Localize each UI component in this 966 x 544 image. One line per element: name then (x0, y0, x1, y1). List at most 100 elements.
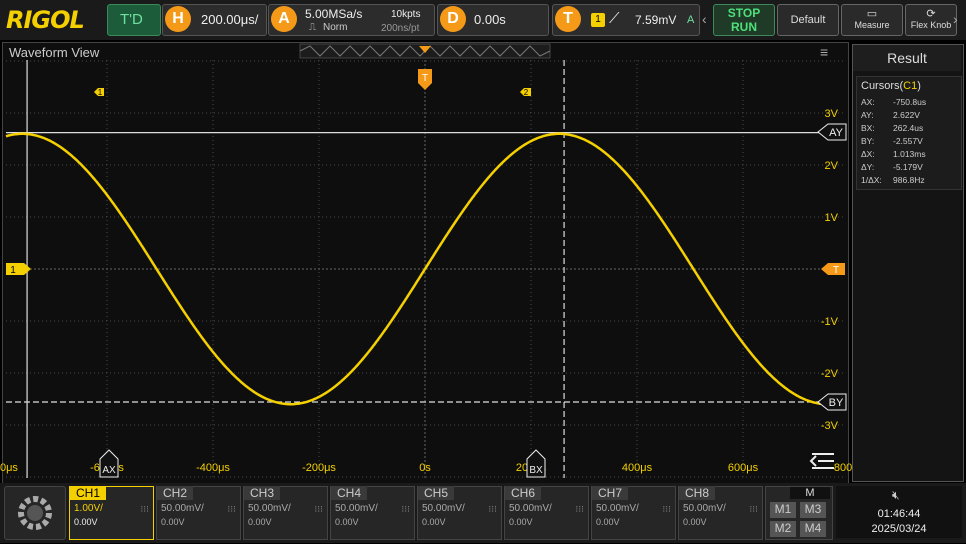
cursor-result-row: 1/ΔX: 986.8Hz (861, 175, 959, 188)
settings-button[interactable] (4, 486, 66, 540)
bandwidth-icon: ⁝⁝⁝ (662, 504, 671, 514)
cursor-result-row: BX: 262.4us (861, 123, 959, 136)
channel-ch7-button[interactable]: CH7 50.00mV/0.00V ⁝⁝⁝ (591, 486, 676, 540)
channel-scale: 50.00mV/ (683, 503, 726, 514)
clock-date: 2025/03/24 (871, 523, 927, 535)
trigger-position-label: T (422, 73, 428, 84)
channel-ch1-button[interactable]: CH1 1.00V/0.00V ⁝⁝⁝ (69, 486, 154, 540)
cursor-ax-label[interactable]: AX (99, 449, 119, 478)
channel-label: CH6 (505, 486, 542, 500)
y-tick-label: -2V (821, 368, 839, 380)
channel-label: CH7 (592, 486, 629, 500)
bandwidth-icon: ⁝⁝⁝ (227, 504, 236, 514)
channel-scale: 50.00mV/ (335, 503, 378, 514)
channel-ch6-button[interactable]: CH6 50.00mV/0.00V ⁝⁝⁝ (504, 486, 589, 540)
cursors-close: ) (917, 80, 921, 92)
channel-label: CH1 (70, 486, 107, 500)
cursor-result-row: BY: -2.557V (861, 136, 959, 149)
bandwidth-icon: ⁝⁝⁝ (488, 504, 497, 514)
channel-offset: 0.00V (596, 517, 620, 527)
channel-offset: 0.00V (74, 517, 98, 527)
cursor-by-text: BY (829, 397, 844, 409)
channel-scale: 1.00V/ (74, 503, 103, 514)
trigger-level-marker[interactable]: T (821, 263, 845, 276)
cursor-result-value: -2.557V (893, 136, 923, 146)
x-tick-label: -800μs (0, 462, 18, 474)
channel-scale: 50.00mV/ (248, 503, 291, 514)
cursor-a-marker[interactable]: 1 (94, 88, 104, 97)
y-tick-label: -3V (821, 420, 839, 432)
x-tick-label: -400μs (196, 462, 230, 474)
channel-label: CH3 (244, 486, 281, 500)
cursor-ay-label[interactable]: AY (817, 123, 847, 141)
cursor-result-key: BX: (861, 123, 875, 133)
speaker-muted-icon[interactable]: 🔇︎ (892, 488, 900, 503)
channel-label: CH5 (418, 486, 455, 500)
x-axis-ticks: -800μs-600μs-400μs-200μs0s200μs400μs600μ… (0, 462, 865, 474)
x-tick-label: -200μs (302, 462, 336, 474)
channel-label: CH2 (157, 486, 194, 500)
cursor-a-marker-label: 1 (98, 88, 103, 97)
channel-offset: 0.00V (161, 517, 185, 527)
gear-icon (18, 496, 52, 530)
cursor-result-value: 1.013ms (893, 149, 926, 159)
cursor-result-key: ΔY: (861, 162, 875, 172)
cursor-ay-text: AY (829, 127, 844, 139)
cursor-result-key: BY: (861, 136, 875, 146)
y-tick-label: 2V (825, 160, 839, 172)
x-tick-label: 600μs (728, 462, 759, 474)
cursor-result-rows: AX: -750.8us AY: 2.622V BX: 262.4us BY: -2.557V… (861, 97, 959, 188)
bandwidth-icon: ⁝⁝⁝ (140, 504, 149, 514)
cursor-by-label[interactable]: BY (817, 393, 847, 411)
ch1-offset-marker-label: 1 (10, 265, 16, 276)
cursor-result-value: 262.4us (893, 123, 924, 133)
x-tick-label: 400μs (622, 462, 653, 474)
cursor-bx-label[interactable]: BX (526, 449, 546, 478)
channel-scale: 50.00mV/ (422, 503, 465, 514)
cursor-result-row: AY: 2.622V (861, 110, 959, 123)
cursor-result-row: ΔY: -5.179V (861, 162, 959, 175)
status-panel: 🔇︎ 01:46:44 2025/03/24 (836, 486, 962, 538)
channel-ch8-button[interactable]: CH8 50.00mV/0.00V ⁝⁝⁝ (678, 486, 763, 540)
bandwidth-icon: ⁝⁝⁝ (749, 504, 758, 514)
bandwidth-icon: ⁝⁝⁝ (314, 504, 323, 514)
channel-ch4-button[interactable]: CH4 50.00mV/0.00V ⁝⁝⁝ (330, 486, 415, 540)
y-tick-label: 3V (825, 108, 839, 120)
math-m3-button[interactable]: M3 (800, 502, 826, 518)
cursors-channel: C1 (903, 80, 918, 92)
cursor-b-marker[interactable]: 2 (520, 88, 531, 97)
channel-scale: 50.00mV/ (161, 503, 204, 514)
cursor-result-key: 1/ΔX: (861, 175, 882, 185)
clock-time: 01:46:44 (877, 508, 921, 520)
cursor-result-value: -750.8us (893, 97, 927, 107)
math-m4-button[interactable]: M4 (800, 521, 826, 537)
collapse-menu-icon[interactable] (809, 453, 834, 469)
channel-offset: 0.00V (509, 517, 533, 527)
math-panel[interactable]: M M1 M3 M2 M4 (765, 486, 833, 540)
cursor-result-key: AX: (861, 97, 875, 107)
cursors-heading: Cursors(C1) (861, 80, 921, 92)
cursor-b-marker-label: 2 (524, 88, 529, 97)
cursor-result-value: 2.622V (893, 110, 920, 120)
cursor-result-value: -5.179V (893, 162, 923, 172)
result-title: Result (853, 45, 961, 71)
waveform-canvas: 3V2V1V-1V-2V-3V -800μs-600μs-400μs-200μs… (0, 43, 865, 478)
cursor-ax-text: AX (102, 465, 116, 476)
cursor-results-card[interactable]: Cursors(C1) AX: -750.8us AY: 2.622V BX: 262.4… (856, 76, 962, 190)
bandwidth-icon: ⁝⁝⁝ (401, 504, 410, 514)
channel-offset: 0.00V (683, 517, 707, 527)
channel-ch3-button[interactable]: CH3 50.00mV/0.00V ⁝⁝⁝ (243, 486, 328, 540)
math-m1-button[interactable]: M1 (770, 502, 796, 518)
bandwidth-icon: ⁝⁝⁝ (575, 504, 584, 514)
channel-offset: 0.00V (335, 517, 359, 527)
math-m2-button[interactable]: M2 (770, 521, 796, 537)
channel-ch2-button[interactable]: CH2 50.00mV/0.00V ⁝⁝⁝ (156, 486, 241, 540)
channel-label: CH8 (679, 486, 716, 500)
channel-offset: 0.00V (248, 517, 272, 527)
math-title: M (790, 487, 830, 499)
cursor-result-value: 986.8Hz (893, 175, 925, 185)
channel-ch5-button[interactable]: CH5 50.00mV/0.00V ⁝⁝⁝ (417, 486, 502, 540)
cursor-result-row: ΔX: 1.013ms (861, 149, 959, 162)
cursor-result-key: AY: (861, 110, 874, 120)
channel-scale: 50.00mV/ (596, 503, 639, 514)
